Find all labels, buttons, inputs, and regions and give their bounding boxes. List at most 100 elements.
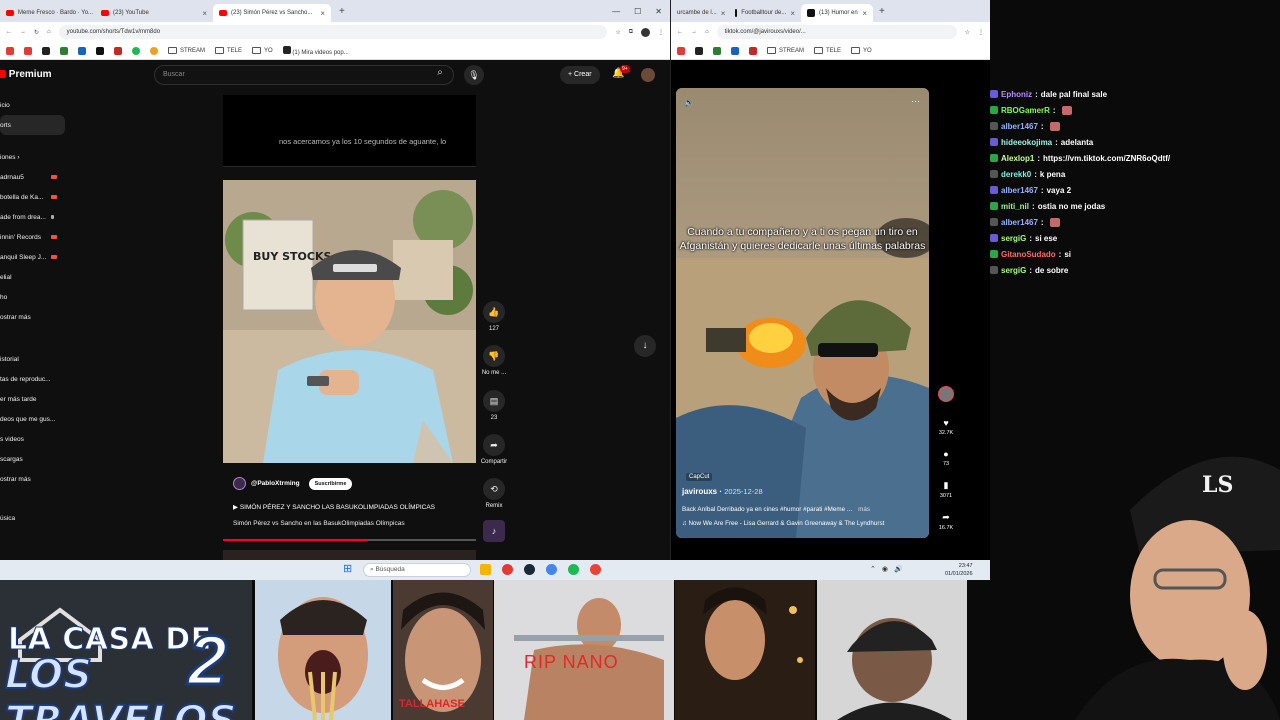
chat-username[interactable]: Ephoniz <box>1001 90 1032 99</box>
back-icon[interactable]: ← <box>677 29 683 35</box>
taskbar-search-input[interactable]: ⌕ Búsqueda <box>363 563 471 577</box>
sound-thumbnail-icon[interactable]: ♪ <box>483 520 505 542</box>
bookmark-folder-stream[interactable]: STREAM <box>168 46 205 54</box>
steam-icon[interactable] <box>524 564 535 575</box>
taskbar-clock[interactable]: 23:47 01/01/2026 <box>945 562 973 578</box>
youtube-premium-logo[interactable]: Premium <box>0 69 52 80</box>
close-window-icon[interactable]: ✕ <box>655 7 662 16</box>
sidebar-item-watch-later[interactable]: er más tarde <box>0 389 70 409</box>
bookmark-mira-videos[interactable]: (1) Mira videos pop... <box>282 45 349 56</box>
chat-username[interactable]: RBOGamerR <box>1001 106 1050 115</box>
bookmark-icon[interactable] <box>132 46 140 55</box>
sidebar-item-shorts[interactable]: orts <box>0 115 65 135</box>
tiktok-author-avatar[interactable] <box>933 386 959 402</box>
sidebar-item-channel[interactable]: innin' Records <box>0 227 70 247</box>
chat-username[interactable]: alber1467 <box>1001 122 1038 131</box>
comment-icon[interactable]: ▤ <box>483 390 505 412</box>
sidebar-item-show-more[interactable]: ostrar más <box>0 307 70 327</box>
create-button[interactable]: + Crear <box>560 66 600 84</box>
sidebar-item-downloads[interactable]: scargas <box>0 449 70 469</box>
tiktok-author[interactable]: javirouxs · 2025-12-28 <box>682 487 763 496</box>
comment-icon[interactable]: ● <box>933 449 959 459</box>
url-field[interactable]: tiktok.com/@javirouxs/video/... <box>716 25 957 39</box>
bookmark-folder-tele[interactable]: TELE <box>814 46 841 54</box>
like-icon[interactable]: 👍 <box>483 301 505 323</box>
close-tab-icon[interactable]: × <box>320 9 325 18</box>
media-app-icon[interactable] <box>502 564 513 575</box>
new-tab-icon[interactable]: + <box>879 6 885 17</box>
subscribe-button[interactable]: Suscribirme <box>308 477 353 490</box>
chat-username[interactable]: alber1467 <box>1001 186 1038 195</box>
bookmark-icon[interactable] <box>96 46 104 55</box>
profile-icon[interactable] <box>641 27 650 37</box>
network-icon[interactable]: ◉ <box>882 565 888 573</box>
chrome-icon[interactable] <box>590 564 601 575</box>
short-video-player[interactable]: BUY STOCKS <box>223 180 476 463</box>
sidebar-item-playlists[interactable]: tas de reproduc... <box>0 369 70 389</box>
bookmark-star-icon[interactable]: ☆ <box>965 29 970 36</box>
chat-username[interactable]: Alexlop1 <box>1001 154 1034 163</box>
tab-youtube[interactable]: (23) YouTube × <box>95 4 213 22</box>
reload-icon[interactable]: ↻ <box>34 29 39 36</box>
speaker-icon[interactable]: 🔊 <box>894 565 903 573</box>
search-input[interactable]: Buscar <box>154 65 454 85</box>
bookmark-icon[interactable] <box>114 46 122 55</box>
bookmark-folder-yo[interactable]: YO <box>252 46 273 54</box>
minimize-icon[interactable]: — <box>612 7 620 16</box>
sidebar-item-show-more[interactable]: ostrar más <box>0 469 70 489</box>
next-short-preview[interactable] <box>223 550 476 560</box>
bookmark-icon[interactable] <box>42 46 50 55</box>
sidebar-item-channel[interactable]: botella de Ka... <box>0 187 70 207</box>
video-progress-bar[interactable] <box>223 539 476 541</box>
avatar[interactable] <box>233 477 246 490</box>
sidebar-item-channel[interactable]: anquil Sleep J... <box>0 247 70 267</box>
tiktok-video-player[interactable]: Cuando a tu compañero y a ti os pegan un… <box>676 88 929 538</box>
maximize-icon[interactable]: ☐ <box>634 7 641 16</box>
more-link[interactable]: más <box>858 506 870 513</box>
close-tab-icon[interactable]: × <box>790 9 795 18</box>
chevron-up-icon[interactable]: ⌃ <box>870 565 876 573</box>
windows-start-icon[interactable]: ⊞ <box>343 563 355 575</box>
bookmark-icon[interactable] <box>78 46 86 55</box>
url-field[interactable]: youtube.com/shorts/Tdw1v/mm8do <box>58 25 608 39</box>
search-icon[interactable]: ⌕ <box>432 67 448 83</box>
chat-username[interactable]: alber1467 <box>1001 218 1038 227</box>
chat-username[interactable]: hideeokojima <box>1001 138 1052 147</box>
tiktok-music[interactable]: ♫ Now We Are Free - Lisa Gerrard & Gavin… <box>682 520 884 527</box>
tab-simon-perez[interactable]: (23) Simón Pérez vs Sancho... × <box>213 4 331 22</box>
home-icon[interactable]: ⌂ <box>705 29 709 35</box>
bookmark-icon[interactable] <box>150 46 158 55</box>
tab-urcambe[interactable]: urcambe de l... × <box>671 4 729 22</box>
sidebar-item-channel[interactable]: adrnau5 <box>0 167 70 187</box>
remix-icon[interactable]: ⟲ <box>483 478 505 500</box>
sidebar-item-channel[interactable]: elial <box>0 267 70 287</box>
chat-username[interactable]: sergiG <box>1001 234 1026 243</box>
bookmark-icon[interactable] <box>24 46 32 55</box>
bookmark-folder-yo[interactable]: YO <box>851 46 872 54</box>
bookmark-folder-tele[interactable]: TELE <box>215 46 242 54</box>
heart-icon[interactable]: ♥ <box>933 418 959 428</box>
close-tab-icon[interactable]: × <box>202 9 207 18</box>
file-explorer-icon[interactable] <box>480 564 491 575</box>
sidebar-item-suscripciones[interactable]: iones › <box>0 147 70 167</box>
short-song-title[interactable]: ▶ SIMÓN PÉREZ Y SANCHO LAS BASUKOLIMPIAD… <box>233 503 435 511</box>
sidebar-item-channel[interactable]: ade from drea... <box>0 207 70 227</box>
sidebar-item-channel[interactable]: ho <box>0 287 70 307</box>
back-icon[interactable]: ← <box>6 29 12 35</box>
bookmark-icon[interactable] <box>677 46 685 55</box>
bookmark-icon[interactable] <box>749 46 757 55</box>
bookmark-icon[interactable] <box>695 46 703 55</box>
forward-icon[interactable]: → <box>20 29 26 35</box>
next-short-arrow-icon[interactable]: ↓ <box>634 335 656 357</box>
bookmark-folder-stream[interactable]: STREAM <box>767 46 804 54</box>
microphone-icon[interactable]: 🎙 <box>464 65 484 85</box>
bookmark-icon[interactable] <box>713 46 721 55</box>
sidebar-item-musica[interactable]: úsica <box>0 508 70 528</box>
chat-username[interactable]: GitanoSudado <box>1001 250 1056 259</box>
more-options-icon[interactable]: ⋯ <box>911 96 920 107</box>
new-tab-icon[interactable]: + <box>339 6 345 17</box>
avatar[interactable] <box>938 386 954 402</box>
tab-meme-fresco[interactable]: Meme Fresco · Bardo · Yo... × <box>0 4 95 22</box>
chat-username[interactable]: sergiG <box>1001 266 1026 275</box>
dislike-icon[interactable]: 👎 <box>483 345 505 367</box>
